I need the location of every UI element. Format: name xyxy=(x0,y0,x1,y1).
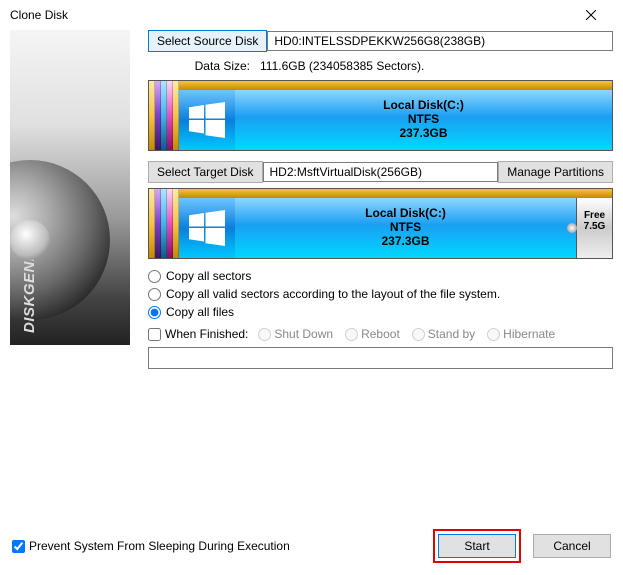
window-title: Clone Disk xyxy=(10,8,568,22)
windows-logo-icon xyxy=(179,198,235,258)
footer: Prevent System From Sleeping During Exec… xyxy=(0,518,623,575)
source-partition-fs: NTFS xyxy=(235,112,612,126)
target-partition-name: Local Disk(C:) xyxy=(235,206,576,220)
hibernate-radio: Hibernate xyxy=(487,327,555,341)
reboot-radio: Reboot xyxy=(345,327,400,341)
source-disk-bar: Local Disk(C:) NTFS 237.3GB xyxy=(148,80,613,151)
standby-radio: Stand by xyxy=(412,327,475,341)
free-size: 7.5G xyxy=(577,221,612,232)
data-size-value: 111.6GB (234058385 Sectors). xyxy=(256,57,424,75)
titlebar: Clone Disk xyxy=(0,0,623,30)
copy-valid-sectors-radio[interactable]: Copy all valid sectors according to the … xyxy=(148,287,613,301)
target-disk-field: HD2:MsftVirtualDisk(256GB) xyxy=(263,162,499,182)
sidebar-image: DISKGENIUS xyxy=(10,30,130,345)
copy-all-sectors-radio[interactable]: Copy all sectors xyxy=(148,269,613,283)
prevent-sleep-checkbox[interactable]: Prevent System From Sleeping During Exec… xyxy=(12,539,290,553)
source-disk-field: HD0:INTELSSDPEKKW256G8(238GB) xyxy=(267,31,613,51)
windows-logo-icon xyxy=(179,90,235,150)
source-partition[interactable]: Local Disk(C:) NTFS 237.3GB xyxy=(235,90,612,150)
select-source-disk-button[interactable]: Select Source Disk xyxy=(148,30,267,52)
source-partition-name: Local Disk(C:) xyxy=(235,98,612,112)
status-box xyxy=(148,347,613,369)
free-label: Free xyxy=(577,210,612,221)
close-button[interactable] xyxy=(568,0,613,30)
manage-partitions-button[interactable]: Manage Partitions xyxy=(498,161,613,183)
target-partition-size: 237.3GB xyxy=(235,234,576,248)
data-size-label: Data Size: xyxy=(148,59,256,73)
target-partition[interactable]: Local Disk(C:) NTFS 237.3GB xyxy=(235,198,576,258)
cancel-button[interactable]: Cancel xyxy=(533,534,611,558)
when-finished-label: When Finished: xyxy=(165,327,248,341)
brand-text: DISKGENIUS xyxy=(21,235,38,333)
start-highlight: Start xyxy=(433,529,521,563)
when-finished-checkbox[interactable] xyxy=(148,328,161,341)
close-icon xyxy=(586,10,596,20)
target-disk-bar: Local Disk(C:) NTFS 237.3GB Free 7.5G xyxy=(148,188,613,259)
select-target-disk-button[interactable]: Select Target Disk xyxy=(148,161,263,183)
free-space-partition[interactable]: Free 7.5G xyxy=(576,198,612,258)
target-partition-fs: NTFS xyxy=(235,220,576,234)
start-button[interactable]: Start xyxy=(438,534,516,558)
copy-all-files-radio[interactable]: Copy all files xyxy=(148,305,613,319)
shutdown-radio: Shut Down xyxy=(258,327,333,341)
source-partition-size: 237.3GB xyxy=(235,126,612,140)
